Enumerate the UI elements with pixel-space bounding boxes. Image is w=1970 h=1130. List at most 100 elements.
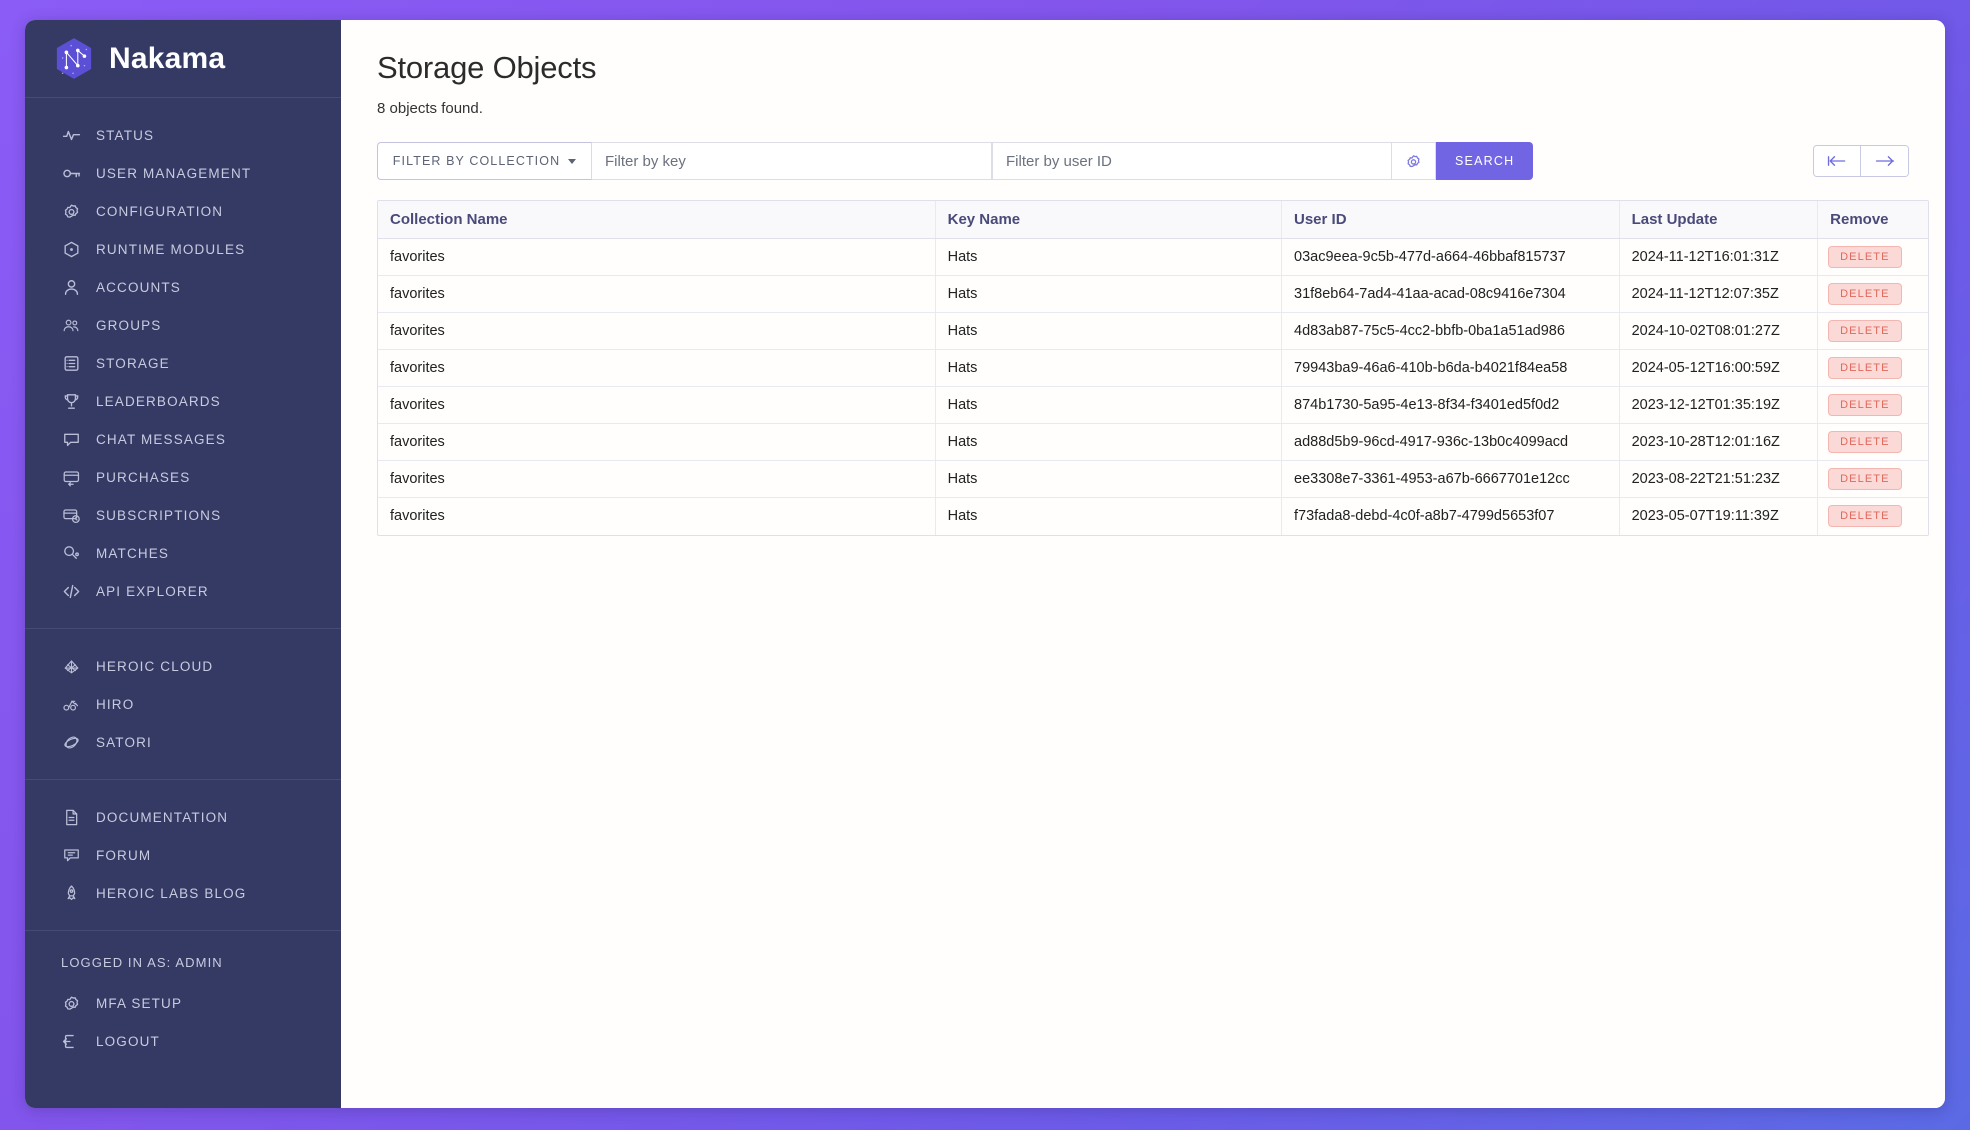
table-row: favorites Hats f73fada8-debd-4c0f-a8b7-479… (378, 497, 1928, 535)
app-window: Nakama STATUS USER MANAGEMENT CONFIGURAT… (25, 20, 1945, 1108)
cell-key-name: Hats (935, 423, 1283, 461)
cell-user-id: 31f8eb64-7ad4-41aa-acad-08c9416e7304 (1281, 275, 1620, 313)
sidebar-item-logout[interactable]: LOGOUT (25, 1022, 341, 1060)
card-clock-icon (61, 505, 81, 525)
sidebar-item-label: DOCUMENTATION (96, 809, 229, 825)
column-header-collection-name[interactable]: Collection Name (378, 201, 936, 239)
hexagon-dot-icon (61, 239, 81, 259)
storage-objects-table: Collection Name Key Name User ID Last Up… (377, 200, 1929, 536)
delete-button[interactable]: DELETE (1828, 431, 1902, 453)
search-button[interactable]: SEARCH (1436, 142, 1534, 180)
satori-icon (61, 732, 81, 752)
sidebar-item-api-explorer[interactable]: API EXPLORER (25, 572, 341, 610)
sidebar-item-documentation[interactable]: DOCUMENTATION (25, 798, 341, 836)
cell-last-update: 2024-05-12T16:00:59Z (1619, 349, 1819, 387)
sidebar-item-runtime-modules[interactable]: RUNTIME MODULES (25, 230, 341, 268)
sidebar-item-label: LOGOUT (96, 1033, 160, 1049)
gear-icon[interactable] (1392, 142, 1436, 180)
sidebar-item-heroic-labs-blog[interactable]: HEROIC LABS BLOG (25, 874, 341, 912)
key-icon (61, 163, 81, 183)
cell-collection-name: favorites (378, 423, 936, 461)
cell-remove: DELETE (1817, 386, 1928, 424)
cell-last-update: 2023-10-28T12:01:16Z (1619, 423, 1819, 461)
sidebar-item-subscriptions[interactable]: SUBSCRIPTIONS (25, 496, 341, 534)
next-page-button[interactable] (1861, 146, 1908, 176)
cell-collection-name: favorites (378, 238, 936, 276)
sidebar-item-label: PURCHASES (96, 469, 191, 485)
delete-button[interactable]: DELETE (1828, 394, 1902, 416)
delete-button[interactable]: DELETE (1828, 357, 1902, 379)
delete-button[interactable]: DELETE (1828, 283, 1902, 305)
sidebar-item-forum[interactable]: FORUM (25, 836, 341, 874)
sidebar-item-accounts[interactable]: ACCOUNTS (25, 268, 341, 306)
sidebar-item-label: SUBSCRIPTIONS (96, 507, 222, 523)
rocket-icon (61, 883, 81, 903)
sidebar-item-groups[interactable]: GROUPS (25, 306, 341, 344)
sidebar-item-user-management[interactable]: USER MANAGEMENT (25, 154, 341, 192)
sidebar-item-matches[interactable]: MATCHES (25, 534, 341, 572)
forum-bubble-icon (61, 845, 81, 865)
cell-user-id: ee3308e7-3361-4953-a67b-6667701e12cc (1281, 460, 1620, 498)
cell-last-update: 2024-11-12T12:07:35Z (1619, 275, 1819, 313)
column-header-user-id[interactable]: User ID (1281, 201, 1620, 239)
cell-key-name: Hats (935, 349, 1283, 387)
filter-controls: FILTER BY COLLECTION SEARCH (377, 142, 1534, 180)
delete-button[interactable]: DELETE (1828, 468, 1902, 490)
match-search-icon (61, 543, 81, 563)
delete-button[interactable]: DELETE (1828, 246, 1902, 268)
gear-icon (61, 993, 81, 1013)
column-header-last-update[interactable]: Last Update (1619, 201, 1819, 239)
cell-collection-name: favorites (378, 349, 936, 387)
cell-user-id: 874b1730-5a95-4e13-8f34-f3401ed5f0d2 (1281, 386, 1620, 424)
filter-by-user-id-input[interactable] (992, 142, 1392, 180)
cell-remove: DELETE (1818, 498, 1928, 535)
sidebar-item-label: CHAT MESSAGES (96, 431, 226, 447)
sidebar-item-label: HEROIC CLOUD (96, 658, 214, 674)
code-brackets-icon (61, 581, 81, 601)
cell-last-update: 2024-11-12T16:01:31Z (1619, 238, 1819, 276)
logout-icon (61, 1031, 81, 1051)
brand-header[interactable]: Nakama (25, 20, 341, 98)
sidebar-item-label: SATORI (96, 734, 152, 750)
table-row: favorites Hats ad88d5b9-96cd-4917-936c-13b… (378, 423, 1928, 461)
sidebar-item-chat-messages[interactable]: CHAT MESSAGES (25, 420, 341, 458)
cell-user-id: 4d83ab87-75c5-4cc2-bbfb-0ba1a51ad986 (1281, 312, 1620, 350)
sidebar-item-status[interactable]: STATUS (25, 116, 341, 154)
nav-group-account: LOGGED IN AS: ADMIN MFA SETUP LOGOUT (25, 931, 341, 1078)
sidebar-item-satori[interactable]: SATORI (25, 723, 341, 761)
cell-key-name: Hats (935, 238, 1283, 276)
cell-remove: DELETE (1817, 423, 1928, 461)
cell-user-id: 79943ba9-46a6-410b-b6da-b4021f84ea58 (1281, 349, 1620, 387)
cell-collection-name: favorites (378, 386, 936, 424)
sidebar-item-mfa-setup[interactable]: MFA SETUP (25, 984, 341, 1022)
first-page-button[interactable] (1814, 146, 1861, 176)
sidebar-item-hiro[interactable]: HIRO (25, 685, 341, 723)
delete-button[interactable]: DELETE (1828, 505, 1902, 528)
sidebar-item-label: MFA SETUP (96, 995, 183, 1011)
card-return-icon (61, 467, 81, 487)
sidebar-item-leaderboards[interactable]: LEADERBOARDS (25, 382, 341, 420)
cell-user-id: 03ac9eea-9c5b-477d-a664-46bbaf815737 (1281, 238, 1620, 276)
sidebar-item-purchases[interactable]: PURCHASES (25, 458, 341, 496)
page-title: Storage Objects (377, 50, 597, 85)
sidebar: Nakama STATUS USER MANAGEMENT CONFIGURAT… (25, 20, 341, 1108)
sidebar-item-label: RUNTIME MODULES (96, 241, 246, 257)
delete-button[interactable]: DELETE (1828, 320, 1902, 342)
user-icon (61, 277, 81, 297)
column-header-key-name[interactable]: Key Name (935, 201, 1283, 239)
cell-remove: DELETE (1817, 460, 1928, 498)
sidebar-item-label: HIRO (96, 696, 135, 712)
filter-by-collection-label: FILTER BY COLLECTION (392, 154, 561, 168)
filter-by-key-input[interactable] (592, 142, 992, 180)
sidebar-item-heroic-cloud[interactable]: HEROIC CLOUD (25, 647, 341, 685)
cell-collection-name: favorites (378, 497, 936, 535)
activity-pulse-icon (61, 125, 81, 145)
cell-last-update: 2024-10-02T08:01:27Z (1619, 312, 1819, 350)
heroic-cloud-icon (61, 656, 81, 676)
sidebar-item-configuration[interactable]: CONFIGURATION (25, 192, 341, 230)
sidebar-item-storage[interactable]: STORAGE (25, 344, 341, 382)
filter-by-collection-dropdown[interactable]: FILTER BY COLLECTION (377, 142, 592, 180)
brand-name: Nakama (109, 41, 226, 75)
table-body: favorites Hats 03ac9eea-9c5b-477d-a664-46b… (378, 238, 1928, 535)
main-content: Storage Objects 8 objects found. FILTER … (341, 20, 1945, 1108)
